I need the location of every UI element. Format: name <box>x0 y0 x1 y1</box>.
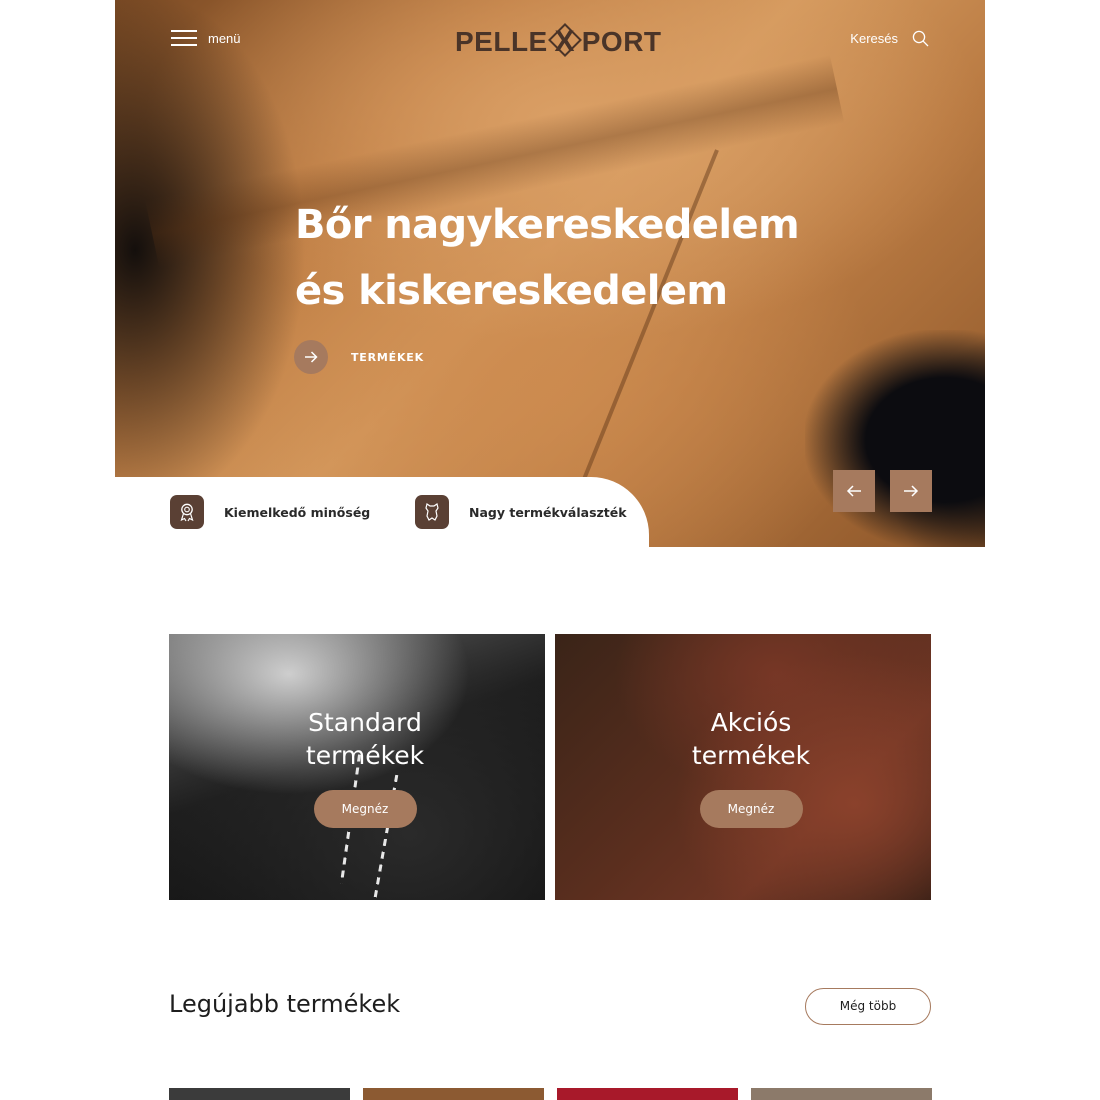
hero-title-line-1: Bőr nagykereskedelem <box>295 202 800 248</box>
latest-products-title: Legújabb termékek <box>169 990 401 1018</box>
category-card-standard[interactable]: Standard termékek Megnéz <box>169 634 545 900</box>
product-thumbnail[interactable] <box>557 1088 738 1100</box>
logo-text-left: PELLE <box>455 26 548 57</box>
hero-fur-texture <box>805 330 985 547</box>
hero-banner: menü PELLE X PORT Keresés Bőr nagykeresk… <box>115 0 985 547</box>
search-button[interactable]: Keresés <box>850 30 929 47</box>
menu-label: menü <box>208 31 241 46</box>
card-title-line-2: termékek <box>691 741 811 770</box>
card-title-line-1: Akciós <box>710 708 792 737</box>
logo-x-emblem: X <box>547 20 583 64</box>
arrow-right-icon <box>305 351 318 363</box>
top-nav: menü PELLE X PORT Keresés <box>115 0 985 80</box>
cta-label: TERMÉKEK <box>351 350 424 364</box>
card-title-line-1: Standard <box>308 708 422 737</box>
hero-title-line-2: és kiskereskedelem <box>295 268 728 314</box>
logo[interactable]: PELLE X PORT <box>455 20 662 64</box>
logo-text-right: PORT <box>581 26 662 57</box>
logo-text-x: X <box>554 25 575 58</box>
category-card-sale[interactable]: Akciós termékek Megnéz <box>555 634 931 900</box>
feature-label: Nagy termékválaszték <box>469 504 627 520</box>
card-title-line-2: termékek <box>305 741 425 770</box>
view-button[interactable]: Megnéz <box>313 790 417 828</box>
search-icon <box>912 30 929 47</box>
card-title: Standard termékek <box>260 706 470 772</box>
view-button[interactable]: Megnéz <box>699 790 803 828</box>
menu-button[interactable]: menü <box>171 30 241 47</box>
hamburger-icon <box>171 30 197 47</box>
card-title: Akciós termékek <box>646 706 856 772</box>
feature-selection: Nagy termékválaszték <box>415 495 627 529</box>
slider-next-button[interactable] <box>890 470 932 512</box>
arrow-right-icon <box>904 485 919 497</box>
products-cta[interactable]: TERMÉKEK <box>294 340 424 374</box>
feature-quality: Kiemelkedő minőség <box>170 495 370 529</box>
award-ribbon-icon <box>170 495 204 529</box>
cta-arrow-circle <box>294 340 328 374</box>
card-content: Akciós termékek Megnéz <box>646 706 856 828</box>
product-thumbnail[interactable] <box>169 1088 350 1100</box>
search-label: Keresés <box>850 31 898 46</box>
product-thumbnail[interactable] <box>363 1088 544 1100</box>
features-bar: Kiemelkedő minőség Nagy termékválaszték <box>115 477 649 547</box>
leather-hide-icon <box>415 495 449 529</box>
arrow-left-icon <box>846 485 861 497</box>
hero-title: Bőr nagykereskedelem és kiskereskedelem <box>295 192 915 324</box>
slider-prev-button[interactable] <box>833 470 875 512</box>
more-button[interactable]: Még több <box>805 988 931 1025</box>
product-thumbnail[interactable] <box>751 1088 932 1100</box>
feature-label: Kiemelkedő minőség <box>224 504 371 520</box>
card-content: Standard termékek Megnéz <box>260 706 470 828</box>
